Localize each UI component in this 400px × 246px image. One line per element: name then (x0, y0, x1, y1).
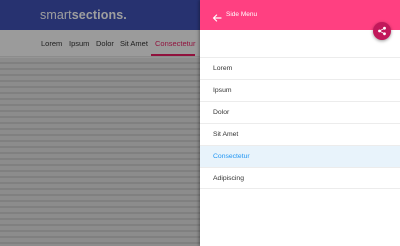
menu-item-dolor[interactable]: Dolor (200, 101, 400, 123)
drawer-title: Side Menu (226, 10, 258, 18)
menu-item-ipsum[interactable]: Ipsum (200, 79, 400, 101)
drawer-backdrop[interactable] (0, 0, 200, 246)
menu-item-label: Sit Amet (213, 131, 239, 138)
menu-item-consectetur[interactable]: Consectetur (200, 145, 400, 167)
drawer-header: Side Menu (200, 0, 400, 40)
drawer-menu: Lorem Ipsum Dolor Sit Amet Consectetur A… (200, 57, 400, 189)
menu-item-adipiscing[interactable]: Adipiscing (200, 167, 400, 189)
menu-item-label: Ipsum (213, 87, 232, 94)
menu-item-lorem[interactable]: Lorem (200, 57, 400, 79)
side-menu-drawer: Side Menu Lorem Ipsum Dolor Sit Amet Con… (200, 0, 400, 246)
share-icon (378, 26, 386, 36)
menu-item-label: Consectetur (213, 153, 250, 160)
menu-item-label: Dolor (213, 109, 230, 116)
menu-item-label: Adipiscing (213, 175, 244, 182)
arrow-left-icon (212, 14, 222, 22)
menu-item-label: Lorem (213, 65, 233, 72)
back-button[interactable] (212, 10, 222, 22)
menu-item-sit-amet[interactable]: Sit Amet (200, 123, 400, 145)
share-button[interactable] (373, 22, 391, 40)
